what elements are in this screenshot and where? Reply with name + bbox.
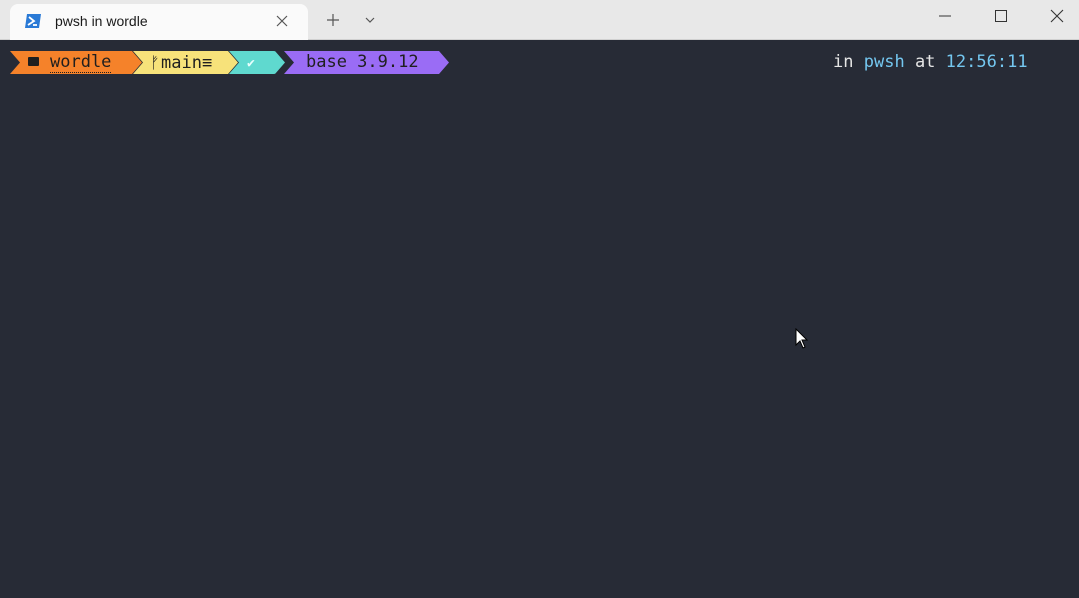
- plus-icon[interactable]: [324, 11, 342, 29]
- close-tab-icon[interactable]: [274, 13, 290, 29]
- right-prompt: in pwsh at 12:56:11: [833, 51, 1028, 74]
- git-branch-text: main≡: [161, 53, 213, 73]
- close-window-button[interactable]: [1034, 0, 1079, 32]
- python-env-text: base 3.9.12: [306, 52, 419, 72]
- path-text: wordle: [50, 52, 112, 73]
- chevron-down-icon[interactable]: [362, 13, 378, 27]
- close-icon: [1050, 9, 1064, 23]
- mouse-pointer-icon: [795, 328, 809, 349]
- check-icon: ✔: [247, 56, 255, 71]
- rp-shell: pwsh: [863, 52, 905, 72]
- git-segment: ᚠmain≡: [133, 51, 238, 74]
- rp-time: 12:56:11: [945, 52, 1028, 72]
- minimize-button[interactable]: [922, 0, 968, 32]
- path-segment: wordle: [10, 51, 142, 74]
- git-branch-icon: ᚠ: [150, 53, 160, 72]
- maximize-icon: [995, 10, 1007, 22]
- maximize-button[interactable]: [978, 0, 1024, 32]
- rp-at-label: at: [914, 52, 936, 72]
- minimize-icon: [939, 15, 951, 17]
- powershell-icon: [25, 14, 41, 28]
- rp-in-label: in: [833, 52, 854, 72]
- python-env-segment: base 3.9.12: [284, 51, 449, 74]
- title-bar: pwsh in wordle: [0, 0, 1079, 40]
- terminal-area[interactable]: wordle ᚠmain≡ ✔ base 3.9.12 in pwsh at 1…: [0, 41, 1079, 598]
- folder-icon: [28, 57, 39, 66]
- tab-pwsh[interactable]: pwsh in wordle: [10, 4, 308, 40]
- tab-title: pwsh in wordle: [55, 13, 148, 29]
